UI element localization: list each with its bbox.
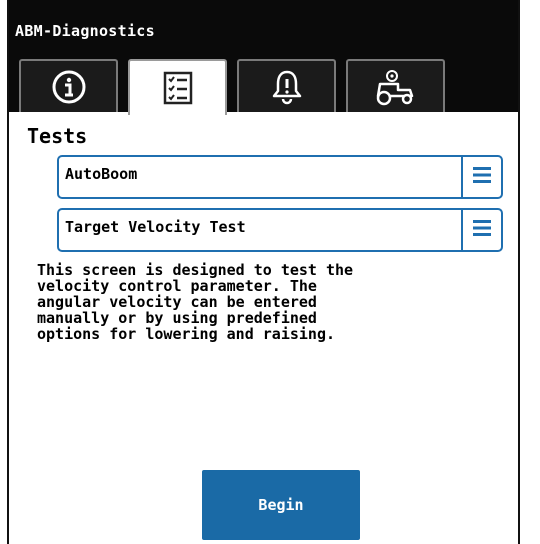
app-title: ABM-Diagnostics (15, 22, 155, 40)
test-description: This screen is designed to test the velo… (37, 261, 354, 343)
tractor-settings-icon (374, 68, 418, 106)
tab-info[interactable] (19, 59, 118, 112)
tab-machine[interactable] (346, 59, 445, 112)
title-bar: ABM-Diagnostics (9, 0, 518, 56)
tab-alarms[interactable] (237, 59, 336, 112)
test-select-value: Target Velocity Test (65, 218, 246, 236)
test-select[interactable]: Target Velocity Test (57, 208, 503, 252)
section-title: Tests (27, 124, 88, 148)
tab-tests[interactable] (128, 59, 227, 115)
diagnostics-window: ABM-Diagnostics Tests AutoBoom Target Ve… (7, 0, 520, 544)
alarm-bell-icon (270, 69, 304, 105)
info-icon (51, 69, 87, 105)
system-select-value: AutoBoom (65, 165, 138, 183)
system-select[interactable]: AutoBoom (57, 155, 503, 199)
system-select-menu-button[interactable] (461, 157, 501, 197)
checklist-icon (163, 71, 193, 105)
tab-bar (9, 56, 518, 115)
hamburger-menu-icon (472, 218, 492, 242)
screen-margin (0, 0, 7, 544)
hamburger-menu-icon (472, 165, 492, 189)
begin-button[interactable]: Begin (202, 470, 360, 540)
test-select-menu-button[interactable] (461, 210, 501, 250)
